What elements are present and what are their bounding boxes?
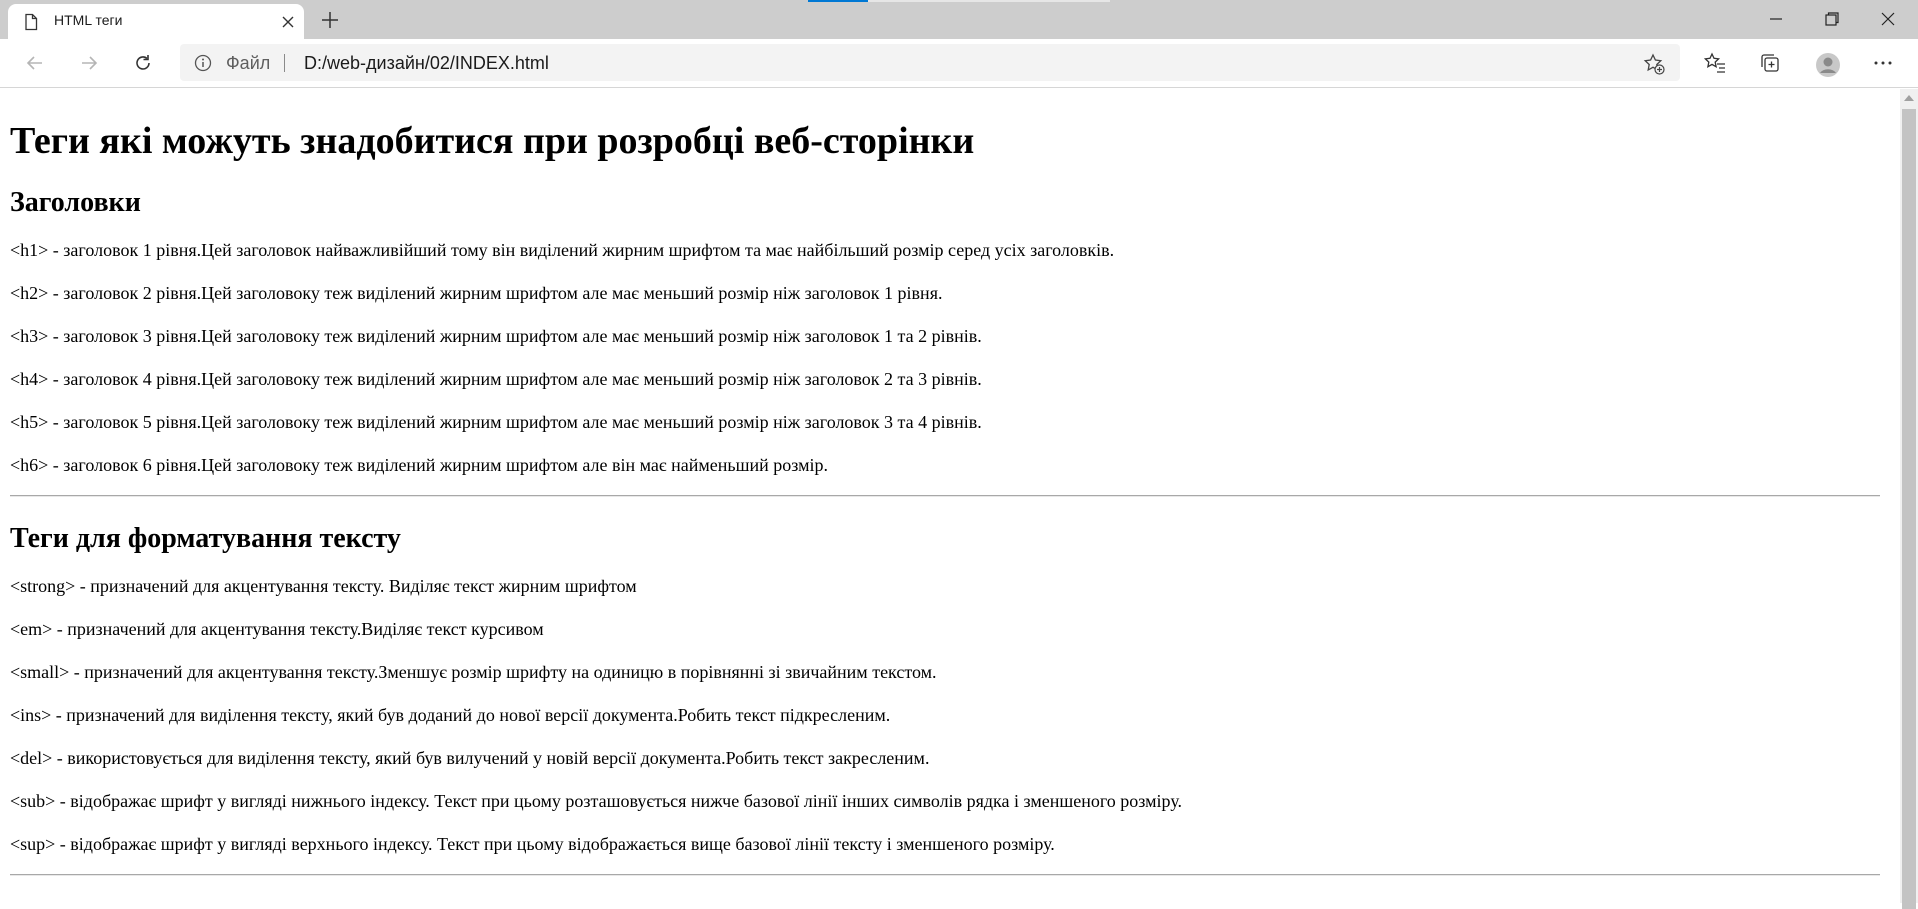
- back-button[interactable]: [20, 48, 50, 78]
- favorites-button[interactable]: [1700, 48, 1730, 78]
- page-content: Теги які можуть знадобитися при розробці…: [0, 119, 1890, 876]
- tab-strip: HTML теги: [0, 0, 1918, 39]
- close-icon[interactable]: [278, 12, 298, 32]
- address-separator: [284, 54, 285, 72]
- paragraph: <strong> - призначений для акцентування …: [10, 576, 637, 596]
- page-title: Теги які можуть знадобитися при розробці…: [10, 120, 975, 162]
- page-icon: [22, 13, 40, 31]
- paragraph: <em> - призначений для акцентування текс…: [10, 619, 544, 639]
- refresh-button[interactable]: [128, 48, 158, 78]
- more-icon: [1874, 61, 1892, 65]
- paragraph: <small> - призначений для акцентування т…: [10, 662, 937, 682]
- restore-icon: [1825, 12, 1839, 26]
- close-window-button[interactable]: [1860, 0, 1916, 38]
- paragraph: <ins> - призначений для виділення тексту…: [10, 705, 891, 725]
- back-icon: [26, 56, 42, 70]
- scroll-up-icon[interactable]: [1904, 95, 1914, 101]
- profile-icon: [1816, 53, 1840, 77]
- close-window-icon: [1881, 12, 1895, 26]
- horizontal-rule: [10, 495, 1880, 497]
- paragraph: <del> - використовується для виділення т…: [10, 748, 930, 768]
- add-favorite-icon[interactable]: [1642, 52, 1666, 76]
- paragraph: <h6> - заголовок 6 рівня.Цей заголовоку …: [10, 455, 828, 475]
- forward-icon: [82, 56, 98, 70]
- page-viewport: Теги які можуть знадобитися при розробці…: [0, 89, 1900, 903]
- restore-button[interactable]: [1804, 0, 1860, 38]
- paragraph: <sup> - відображає шрифт у вигляді верхн…: [10, 834, 1055, 854]
- paragraph: <h3> - заголовок 3 рівня.Цей заголовоку …: [10, 326, 982, 346]
- info-icon[interactable]: [194, 54, 212, 72]
- paragraph: <sub> - відображає шрифт у вигляді нижнь…: [10, 791, 1183, 811]
- browser-tab[interactable]: HTML теги: [8, 4, 304, 39]
- minimize-button[interactable]: [1748, 0, 1804, 38]
- profile-button[interactable]: [1811, 48, 1841, 78]
- paragraph: <h5> - заголовок 5 рівня.Цей заголовоку …: [10, 412, 982, 432]
- forward-button[interactable]: [74, 48, 104, 78]
- scheme-label: Файл: [226, 53, 271, 73]
- paragraph: <h1> - заголовок 1 рівня.Цей заголовок н…: [10, 240, 1115, 260]
- accent-line: [808, 0, 868, 2]
- collections-button[interactable]: [1755, 48, 1785, 78]
- section-heading-formatting: Теги для форматування тексту: [10, 523, 401, 554]
- favorites-icon: [1704, 52, 1725, 73]
- section-heading-headings: Заголовки: [10, 187, 141, 218]
- more-button[interactable]: [1868, 48, 1898, 78]
- collections-icon: [1761, 54, 1779, 72]
- paragraph: <h2> - заголовок 2 рівня.Цей заголовоку …: [10, 283, 943, 303]
- plus-icon[interactable]: [318, 8, 342, 32]
- tab-title: HTML теги: [54, 12, 123, 28]
- vertical-scrollbar[interactable]: [1900, 89, 1918, 909]
- address-bar[interactable]: Файл D:/web-дизайн/02/INDEX.html: [180, 44, 1680, 81]
- horizontal-rule: [10, 874, 1880, 876]
- paragraph: <h4> - заголовок 4 рівня.Цей заголовоку …: [10, 369, 982, 389]
- refresh-icon: [136, 55, 150, 70]
- scrollbar-thumb[interactable]: [1902, 109, 1916, 909]
- browser-toolbar: Файл D:/web-дизайн/02/INDEX.html: [0, 39, 1918, 88]
- accent-line-secondary: [868, 0, 1110, 2]
- url-text[interactable]: D:/web-дизайн/02/INDEX.html: [304, 53, 549, 74]
- minimize-icon: [1770, 18, 1782, 20]
